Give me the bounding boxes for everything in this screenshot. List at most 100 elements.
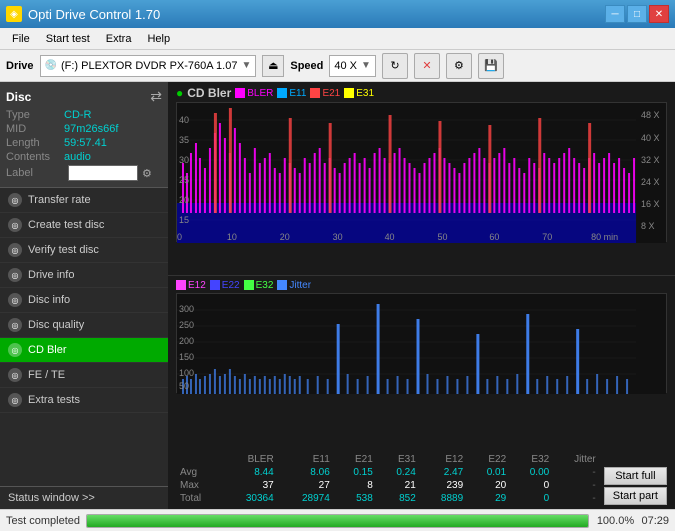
total-e22: 29 [467, 492, 510, 505]
menu-file[interactable]: File [4, 31, 38, 47]
disc-type-value: CD-R [64, 109, 92, 121]
menu-start-test[interactable]: Start test [38, 31, 98, 47]
svg-text:50: 50 [437, 232, 447, 242]
speed-label: Speed [290, 60, 323, 72]
svg-text:8 X: 8 X [641, 221, 654, 231]
avg-e11: 8.06 [278, 466, 334, 479]
sidebar-item-cd-bler[interactable]: ◎ CD Bler [0, 338, 168, 363]
max-e11: 27 [278, 479, 334, 492]
chart2-panel: E12 E22 E32 Jitter [168, 276, 675, 451]
max-e22: 20 [467, 479, 510, 492]
disc-quality-icon: ◎ [8, 318, 22, 332]
refresh-button[interactable]: ↻ [382, 53, 408, 79]
total-e12: 8889 [420, 492, 467, 505]
disc-contents-value: audio [64, 151, 91, 163]
avg-e31: 0.24 [377, 466, 420, 479]
col-header-bler: BLER [222, 453, 278, 466]
svg-text:40: 40 [385, 232, 395, 242]
close-button[interactable]: ✕ [649, 5, 669, 23]
chart1-svg: 40 35 30 25 20 15 0 10 20 30 40 50 60 70… [177, 103, 666, 243]
avg-e12: 2.47 [420, 466, 467, 479]
avg-jitter: - [553, 466, 600, 479]
eject-button[interactable]: ⏏ [262, 55, 284, 77]
sidebar-item-label: Disc info [28, 294, 70, 306]
chart2-title-row: E12 E22 E32 Jitter [176, 280, 667, 291]
legend-e22: E22 [210, 280, 240, 291]
erase-button[interactable]: ✕ [414, 53, 440, 79]
legend-e21: E21 [310, 88, 340, 99]
menu-help[interactable]: Help [139, 31, 178, 47]
sidebar-item-extra-tests[interactable]: ◎ Extra tests [0, 388, 168, 413]
svg-text:30: 30 [179, 155, 189, 165]
disc-label-label: Label [6, 167, 64, 179]
svg-text:200: 200 [179, 336, 194, 346]
menu-extra[interactable]: Extra [98, 31, 140, 47]
status-time: 07:29 [641, 515, 669, 527]
legend-e11: E11 [277, 88, 306, 99]
svg-text:24 X: 24 X [641, 177, 659, 187]
avg-e21: 0.15 [334, 466, 377, 479]
col-header-e21: E21 [334, 453, 377, 466]
svg-text:40: 40 [179, 115, 189, 125]
status-text: Test completed [6, 515, 80, 527]
col-header-e31: E31 [377, 453, 420, 466]
status-window-label: Status window >> [8, 492, 95, 504]
svg-text:50: 50 [179, 381, 189, 391]
svg-text:25: 25 [179, 175, 189, 185]
menu-bar: File Start test Extra Help [0, 28, 675, 50]
max-bler: 37 [222, 479, 278, 492]
sidebar-item-label: FE / TE [28, 369, 65, 381]
total-e11: 28974 [278, 492, 334, 505]
disc-refresh-icon[interactable]: ⇄ [150, 88, 162, 105]
svg-text:60: 60 [489, 232, 499, 242]
main-layout: Disc ⇄ Type CD-R MID 97m26s66f Length 59… [0, 82, 675, 509]
total-e21: 538 [334, 492, 377, 505]
svg-text:16 X: 16 X [641, 199, 659, 209]
sidebar-item-disc-info[interactable]: ◎ Disc info [0, 288, 168, 313]
sidebar-item-fe-te[interactable]: ◎ FE / TE [0, 363, 168, 388]
sidebar: Disc ⇄ Type CD-R MID 97m26s66f Length 59… [0, 82, 168, 509]
col-header-jitter: Jitter [553, 453, 600, 466]
total-e31: 852 [377, 492, 420, 505]
drive-bar: Drive 💿 (F:) PLEXTOR DVDR PX-760A 1.07 ▼… [0, 50, 675, 82]
disc-label-gear-icon[interactable]: ⚙ [142, 167, 152, 180]
transfer-rate-icon: ◎ [8, 193, 22, 207]
sidebar-item-label: Verify test disc [28, 244, 99, 256]
minimize-button[interactable]: ─ [605, 5, 625, 23]
avg-e32: 0.00 [510, 466, 553, 479]
max-e21: 8 [334, 479, 377, 492]
speed-select[interactable]: 40 X ▼ [329, 55, 376, 77]
max-jitter: - [553, 479, 600, 492]
svg-text:20: 20 [280, 232, 290, 242]
disc-label-input[interactable] [68, 165, 138, 181]
save-button[interactable]: 💾 [478, 53, 504, 79]
col-header-row [176, 453, 222, 466]
table-row-max: Max 37 27 8 21 239 20 0 - [176, 479, 667, 492]
disc-length-label: Length [6, 137, 64, 149]
drive-info-icon: ◎ [8, 268, 22, 282]
chart1-title-row: ● CD Bler BLER E11 E21 E31 [176, 86, 667, 100]
svg-text:100: 100 [179, 368, 194, 378]
legend-jitter: Jitter [277, 280, 311, 291]
maximize-button[interactable]: □ [627, 5, 647, 23]
row-label-max: Max [176, 479, 222, 492]
col-header-e22: E22 [467, 453, 510, 466]
status-window-button[interactable]: Status window >> [0, 486, 168, 509]
sidebar-item-disc-quality[interactable]: ◎ Disc quality [0, 313, 168, 338]
col-header-e32: E32 [510, 453, 553, 466]
col-header-e12: E12 [420, 453, 467, 466]
chart1-wrapper: 40 35 30 25 20 15 0 10 20 30 40 50 60 70… [176, 102, 667, 242]
start-full-button[interactable]: Start full [604, 467, 667, 485]
sidebar-item-verify-test-disc[interactable]: ◎ Verify test disc [0, 238, 168, 263]
settings-button[interactable]: ⚙ [446, 53, 472, 79]
total-jitter: - [553, 492, 600, 505]
progress-bar-fill [87, 515, 588, 527]
disc-mid-value: 97m26s66f [64, 123, 118, 135]
sidebar-item-drive-info[interactable]: ◎ Drive info [0, 263, 168, 288]
sidebar-item-create-test-disc[interactable]: ◎ Create test disc [0, 213, 168, 238]
sidebar-item-transfer-rate[interactable]: ◎ Transfer rate [0, 188, 168, 213]
start-part-button[interactable]: Start part [604, 487, 667, 505]
svg-text:15: 15 [179, 215, 189, 225]
drive-select[interactable]: 💿 (F:) PLEXTOR DVDR PX-760A 1.07 ▼ [40, 55, 257, 77]
disc-type-label: Type [6, 109, 64, 121]
